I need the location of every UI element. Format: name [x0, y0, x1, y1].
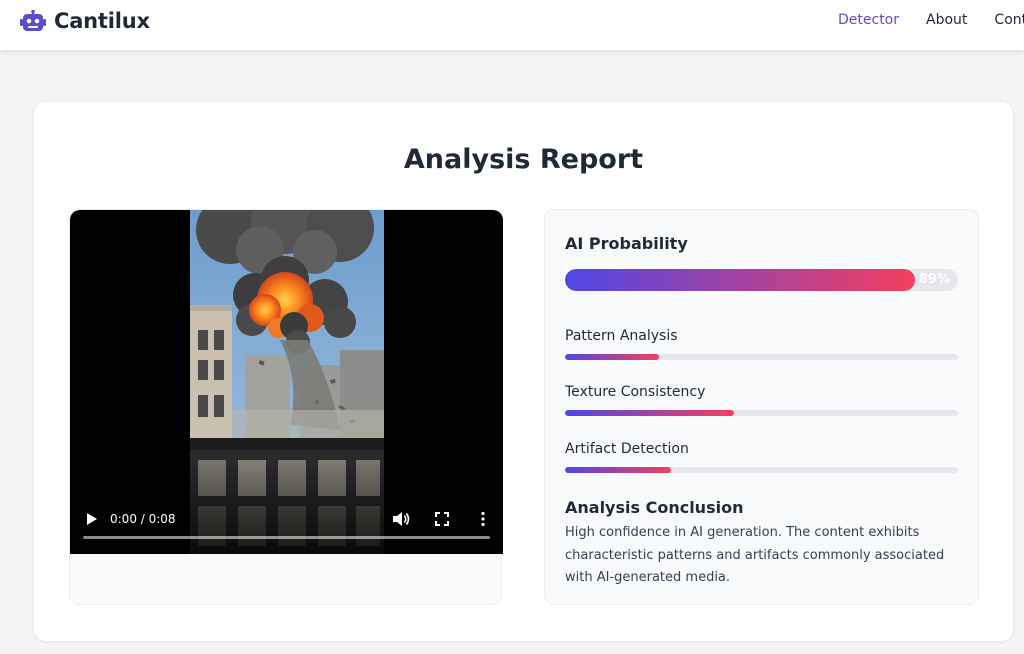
results-panel: AI Probability 89% Pattern Analysis Text…: [544, 209, 979, 605]
fullscreen-icon[interactable]: [435, 512, 449, 526]
metric-bar: [565, 354, 958, 360]
nav-link-about[interactable]: About: [926, 12, 967, 28]
nav-link-detector[interactable]: Detector: [838, 12, 899, 28]
metric-pattern-analysis: Pattern Analysis: [565, 328, 958, 360]
seek-bar[interactable]: [83, 536, 490, 539]
nav-links: Detector About Contact: [838, 12, 1024, 28]
nav-link-contact[interactable]: Contact: [994, 12, 1024, 28]
ai-probability-label: AI Probability: [565, 234, 688, 253]
conclusion-heading: Analysis Conclusion: [565, 498, 744, 517]
video-panel: 0:00 / 0:08: [69, 209, 503, 605]
robot-icon: [20, 10, 46, 31]
play-icon[interactable]: [86, 512, 98, 526]
ai-probability-fill: [565, 269, 915, 291]
video-player[interactable]: 0:00 / 0:08: [70, 210, 503, 554]
metric-fill: [565, 354, 660, 360]
metric-texture-consistency: Texture Consistency: [565, 384, 958, 416]
metric-artifact-detection: Artifact Detection: [565, 441, 958, 473]
video-time: 0:00 / 0:08: [110, 512, 176, 526]
brand-logo[interactable]: Cantilux: [20, 8, 150, 34]
video-controls: 0:00 / 0:08: [70, 494, 503, 554]
metric-label: Texture Consistency: [565, 384, 706, 400]
ai-probability-bar: 89%: [565, 269, 958, 291]
metric-label: Artifact Detection: [565, 441, 689, 457]
metric-bar: [565, 467, 958, 473]
metric-label: Pattern Analysis: [565, 328, 678, 344]
ai-probability-value: 89%: [918, 272, 950, 287]
metric-fill: [565, 410, 734, 416]
metric-bar: [565, 410, 958, 416]
conclusion-text: High confidence in AI generation. The co…: [565, 525, 945, 585]
brand-name: Cantilux: [54, 9, 150, 33]
page-title: Analysis Report: [403, 144, 644, 175]
more-options-icon[interactable]: [478, 511, 488, 527]
top-navbar: Cantilux Detector About Contact: [0, 0, 1024, 50]
volume-icon[interactable]: [392, 511, 410, 527]
analysis-report-card: Analysis Report 0:00 / 0:08 AI Probabili…: [34, 102, 1013, 641]
metric-fill: [565, 467, 672, 473]
